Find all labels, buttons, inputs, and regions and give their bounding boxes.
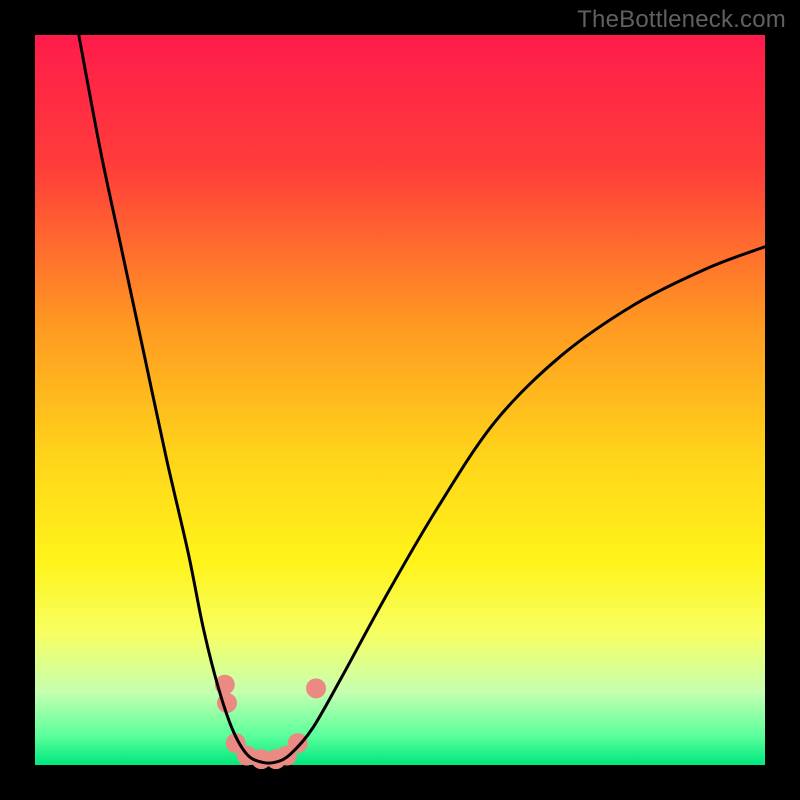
data-marker <box>288 733 308 753</box>
watermark-text: TheBottleneck.com <box>577 6 786 34</box>
plot-background <box>35 35 765 765</box>
chart-frame: TheBottleneck.com <box>0 0 800 800</box>
data-marker <box>306 678 326 698</box>
bottleneck-chart <box>0 0 800 800</box>
